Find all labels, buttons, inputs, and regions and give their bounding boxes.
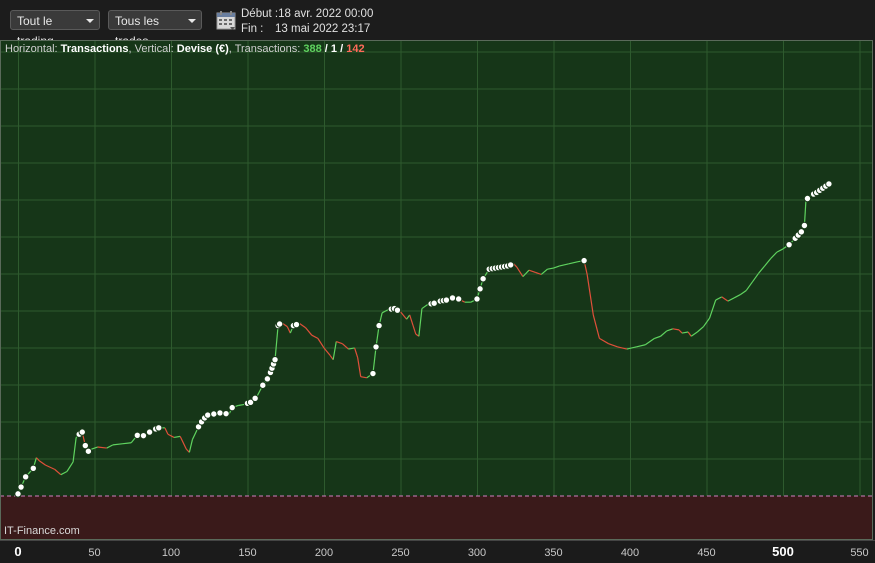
x-tick-label: 100	[162, 547, 180, 559]
transactions-label: , Transactions:	[228, 43, 304, 55]
trade-marker	[155, 424, 163, 432]
x-tick-label: 0	[14, 544, 21, 559]
x-tick-label: 250	[391, 547, 409, 559]
chevron-down-icon	[86, 19, 94, 23]
trade-marker	[14, 490, 22, 498]
x-tick-label: 300	[468, 547, 486, 559]
trade-marker	[17, 483, 25, 491]
trade-marker	[29, 464, 37, 473]
x-tick-label: 50	[88, 547, 100, 559]
trade-marker	[204, 411, 212, 419]
trade-marker	[271, 355, 279, 364]
negative-zone	[0, 496, 873, 540]
trade-marker	[21, 473, 30, 481]
plot-background	[0, 40, 873, 540]
trade-marker	[259, 381, 267, 389]
x-tick-label: 550	[850, 547, 868, 559]
separator: /	[321, 43, 331, 55]
wins-count: 388	[303, 43, 322, 55]
x-tick-label: 350	[544, 547, 562, 559]
trade-marker	[292, 320, 301, 329]
trade-marker	[506, 261, 515, 269]
trade-marker	[228, 403, 236, 412]
equity-chart	[0, 40, 873, 540]
toolbar: Tout le trading Tous les trades Début :1…	[0, 0, 875, 48]
trade-marker	[479, 275, 487, 283]
vertical-value: Devise (€)	[176, 43, 229, 55]
trade-marker	[580, 256, 588, 265]
x-tick-label: 450	[697, 547, 715, 559]
horizontal-value: Transactions	[60, 43, 129, 55]
trades-filter-dropdown[interactable]: Tous les trades	[108, 10, 202, 48]
trade-marker	[473, 295, 481, 303]
trade-marker	[145, 428, 154, 436]
trade-marker	[825, 180, 833, 188]
trade-marker	[263, 375, 272, 383]
trading-filter-dropdown[interactable]: Tout le trading	[10, 10, 100, 48]
trade-marker	[222, 409, 230, 418]
separator: /	[337, 43, 347, 55]
trade-marker	[251, 394, 259, 402]
date-range: Début :18 avr. 2022 00:00 Fin : 13 mai 20…	[241, 7, 373, 37]
trade-marker	[84, 447, 93, 455]
trade-marker	[139, 431, 148, 440]
x-tick-label: 200	[315, 547, 333, 559]
x-tick-label: 150	[238, 547, 256, 559]
trade-marker	[448, 294, 457, 302]
trade-marker	[372, 343, 380, 351]
trade-marker	[133, 431, 142, 439]
trade-marker	[78, 428, 86, 436]
end-date: 13 mai 2022 23:17	[275, 23, 371, 35]
trade-marker	[797, 228, 806, 236]
end-label: Fin :	[241, 23, 264, 35]
start-date: 18 avr. 2022 00:00	[278, 8, 374, 20]
vertical-label: , Vertical:	[128, 43, 177, 55]
trade-marker	[216, 409, 224, 417]
trade-marker	[210, 410, 218, 418]
horizontal-label: Horizontal:	[5, 43, 61, 55]
trade-marker	[275, 320, 284, 328]
chart-legend: Horizontal: Transactions, Vertical: Devi…	[5, 43, 365, 55]
trade-marker	[476, 285, 484, 293]
x-axis: 0 50 100 150 200 250 300 350 400 450 500 550	[0, 540, 875, 563]
trade-marker	[442, 296, 451, 304]
trade-marker	[803, 194, 812, 203]
trade-marker	[393, 306, 402, 314]
x-tick-label: 500	[772, 544, 794, 559]
credit-label: IT-Finance.com	[4, 525, 80, 537]
chevron-down-icon	[188, 19, 196, 23]
trade-marker	[369, 369, 377, 378]
trade-marker	[800, 221, 809, 230]
x-tick-label: 400	[621, 547, 639, 559]
trade-marker	[430, 299, 438, 307]
trade-marker	[785, 240, 793, 249]
start-label: Début :	[241, 8, 279, 20]
calendar-icon[interactable]	[216, 10, 236, 30]
trade-marker	[375, 321, 383, 330]
trade-marker	[454, 295, 463, 303]
losses-count: 142	[346, 43, 365, 55]
